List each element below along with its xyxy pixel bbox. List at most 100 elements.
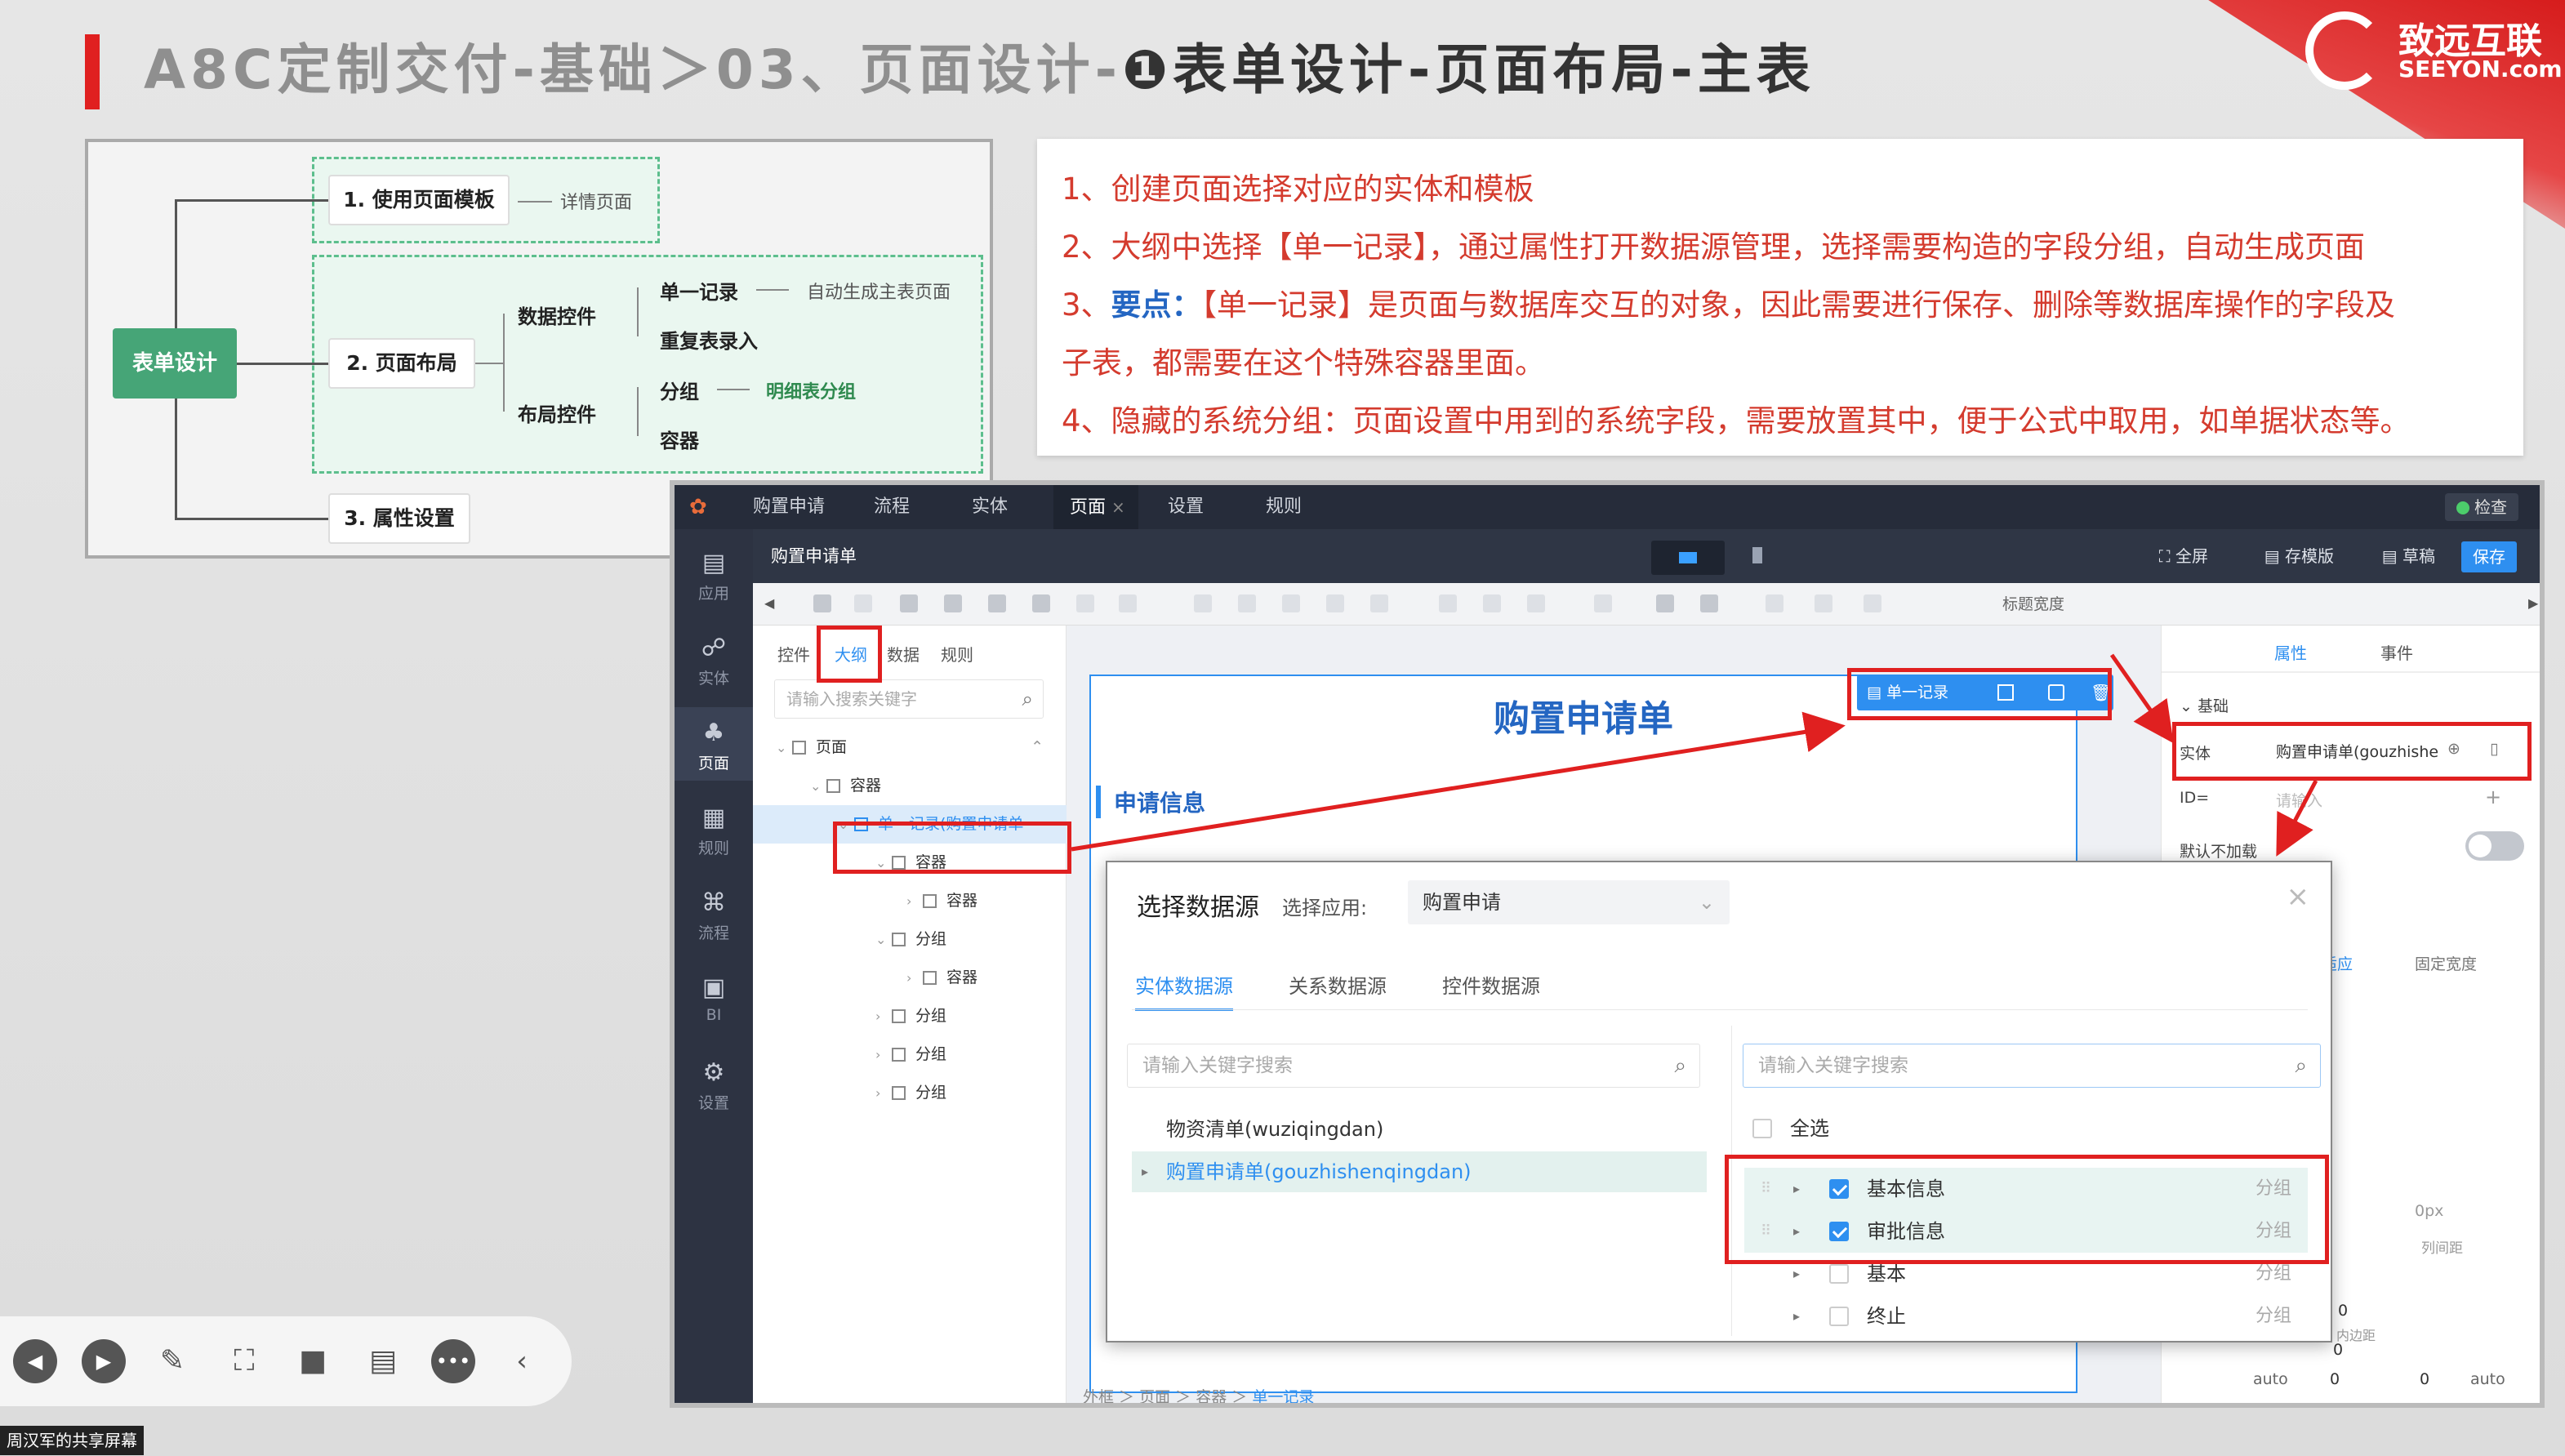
tab-entity[interactable]: 实体 [972,485,1008,529]
undo-icon[interactable] [813,594,831,612]
frame-icon[interactable] [1700,594,1718,612]
align-center-icon[interactable] [1483,594,1501,612]
paste-icon[interactable] [988,594,1006,612]
crumb-item[interactable]: 页面 [1139,1388,1170,1403]
check-button[interactable]: 检查 [2445,493,2518,521]
more-icon[interactable]: ••• [431,1339,475,1383]
tab-settings[interactable]: 设置 [1168,485,1204,529]
tree-node[interactable]: › 分组 [753,1074,1067,1112]
margin-auto-value[interactable]: auto [2470,1370,2505,1388]
tab-relation-source[interactable]: 关系数据源 [1289,970,1387,999]
camera-icon[interactable]: ■ [291,1339,335,1383]
collapse-left-icon[interactable]: ‹ [500,1339,544,1383]
select-all-checkbox[interactable] [1752,1119,1772,1138]
format-icon[interactable] [1076,594,1094,612]
default-load-toggle[interactable] [2465,831,2524,861]
tree-node[interactable]: ⌄ 分组 [753,920,1067,959]
margin-left-value[interactable]: auto [2253,1370,2288,1388]
field-search-input[interactable]: 请输入关键字搜索 ⌕ [1743,1044,2321,1088]
search-icon[interactable]: ⌕ [2295,1044,2307,1087]
margin-bottom-value[interactable]: 0 [2330,1370,2340,1388]
side-item-settings[interactable]: ⚙ 设置 [675,1047,753,1120]
left-tab-rules[interactable]: 规则 [941,642,973,666]
bold-icon[interactable] [1194,594,1212,612]
search-icon[interactable]: ⌕ [1674,1044,1686,1087]
chevron-down-icon[interactable]: ⌄ [875,920,892,959]
save-template-button[interactable]: ▤ 存模版 [2264,529,2334,583]
chevron-right-icon[interactable]: › [875,997,892,1035]
border-icon[interactable] [1594,594,1612,612]
clear-icon[interactable] [1119,594,1137,612]
chevron-right-icon[interactable]: › [906,959,923,997]
crumb-item[interactable]: 外框 [1083,1388,1114,1403]
side-item-entity[interactable]: ☍ 实体 [675,622,753,696]
tab-close-icon[interactable]: × [1111,497,1125,517]
crumb-current[interactable]: 单一记录 [1252,1388,1314,1403]
save-button[interactable]: 保存 [2461,541,2517,572]
left-tab-data[interactable]: 数据 [887,642,920,666]
right-tab-props[interactable]: 属性 [2274,640,2307,664]
crumb-item[interactable]: 容器 [1196,1388,1227,1403]
chevron-right-icon[interactable]: › [875,1035,892,1074]
side-item-rules[interactable]: ▦ 规则 [675,792,753,866]
chevron-right-icon[interactable]: › [906,882,923,920]
chevron-down-icon[interactable]: ⌄ [776,728,792,767]
tab-rules[interactable]: 规则 [1266,485,1302,529]
source-search-input[interactable]: 请输入关键字搜索 ⌕ [1127,1044,1700,1088]
chat-icon[interactable]: ▤ [361,1339,405,1383]
device-mobile-button[interactable] [1752,547,1762,563]
tree-node[interactable]: › 容器 [753,959,1067,997]
screenshot-icon[interactable]: ⛶ [222,1339,266,1383]
align-right-icon[interactable] [1527,594,1545,612]
chevron-right-icon[interactable]: › [875,1074,892,1112]
tab-page[interactable]: 页面 × [1053,485,1138,529]
delete-icon[interactable] [1032,594,1050,612]
merge-icon[interactable] [1815,594,1832,612]
layout-icon[interactable] [1656,594,1674,612]
tab-flow[interactable]: 流程 [874,485,910,529]
outline-search-input[interactable]: 请输入搜索关键字 ⌕ [774,679,1044,719]
id-input[interactable]: 请输入 [2276,789,2322,811]
split-icon[interactable] [1864,594,1881,612]
side-item-bi[interactable]: ▣ BI [675,962,753,1035]
tab-entity-source[interactable]: 实体数据源 [1135,970,1233,1011]
prev-icon[interactable]: ◀ [13,1339,57,1383]
side-item-app[interactable]: ▤ 应用 [675,537,753,611]
margin-mid-value[interactable]: 0 [2333,1341,2343,1359]
chevron-down-icon[interactable]: ⌄ [810,767,826,805]
caret-right-icon[interactable]: ▸ [1142,1151,1148,1192]
scroll-left-icon[interactable]: ◀ [764,594,782,612]
app-select[interactable]: 购置申请 ⌄ [1408,880,1730,924]
side-item-flow[interactable]: ⌘ 流程 [675,877,753,951]
caret-right-icon[interactable]: ▸ [1793,1295,1800,1338]
redo-icon[interactable] [854,594,872,612]
field-checkbox[interactable] [1829,1307,1849,1326]
field-row[interactable]: ▸ 终止 分组 [1744,1295,2308,1338]
tree-node[interactable]: › 分组 [753,997,1067,1035]
title-width-label[interactable]: 标题宽度 [2002,583,2064,626]
fixed-width-option[interactable]: 固定宽度 [2415,952,2477,974]
tree-node[interactable]: › 容器 [753,882,1067,920]
select-all-row[interactable]: 全选 [1744,1107,2308,1150]
align-left-icon[interactable] [1439,594,1457,612]
color-icon[interactable] [1326,594,1344,612]
side-item-page[interactable]: ♣ 页面 [675,707,753,781]
collapse-icon[interactable]: ⌃ [1031,728,1044,767]
tree-node[interactable]: › 分组 [753,1035,1067,1074]
col-gap-value[interactable]: 0px [2415,1202,2443,1220]
scroll-right-icon[interactable]: ▶ [2528,594,2540,612]
cut-icon[interactable] [944,594,962,612]
pen-icon[interactable]: ✎ [150,1339,194,1383]
tree-node[interactable]: ⌄ 页面 ⌃ [753,728,1067,767]
field-checkbox[interactable] [1829,1264,1849,1284]
add-icon[interactable]: + [2485,786,2501,808]
basic-section[interactable]: ⌄ 基础 [2180,694,2229,716]
source-item-selected[interactable]: ▸ 购置申请单(gouzhishenqingdan) [1132,1151,1707,1192]
underline-icon[interactable] [1282,594,1300,612]
link-icon[interactable] [1766,594,1783,612]
right-tab-events[interactable]: 事件 [2380,640,2413,664]
search-icon[interactable]: ⌕ [1022,680,1033,718]
margin-top-value[interactable]: 0 [2338,1302,2348,1320]
italic-icon[interactable] [1238,594,1256,612]
bg-color-icon[interactable] [1370,594,1388,612]
